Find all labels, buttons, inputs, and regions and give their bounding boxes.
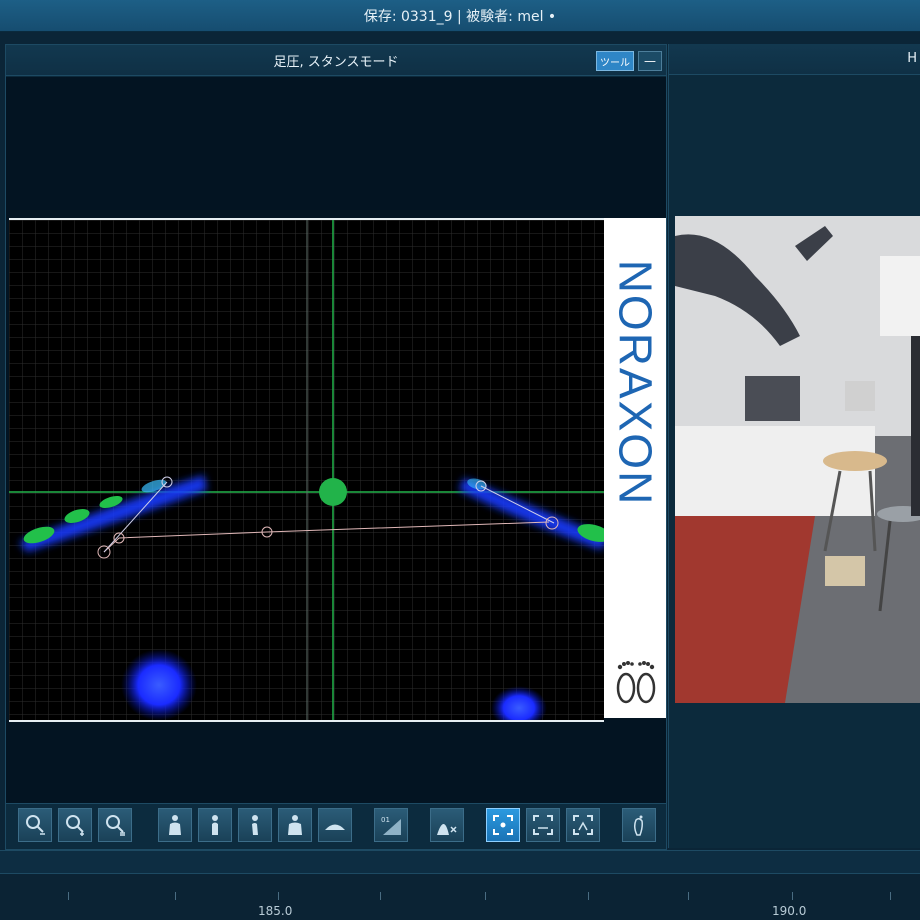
body-back-button[interactable]: [278, 808, 312, 842]
timeline[interactable]: 185.0 190.0: [0, 874, 920, 920]
body-front-button[interactable]: [158, 808, 192, 842]
zoom-in-icon: [66, 815, 84, 836]
frame-stance-button[interactable]: [566, 808, 600, 842]
body-back-icon: [288, 815, 302, 835]
pressure-plate: [9, 218, 611, 730]
frame-focus-icon: [493, 815, 513, 835]
bottom-toolbar: 01: [6, 803, 666, 848]
frame-active-button[interactable]: [486, 808, 520, 842]
frame-balance-icon: [533, 815, 553, 835]
frame-stance-icon: [573, 815, 593, 835]
video-panel: H: [668, 44, 920, 848]
body-front-icon: [169, 815, 181, 835]
body-side-button[interactable]: [198, 808, 232, 842]
video-panel-title: H: [907, 51, 917, 66]
brand-sidebar: NORAXON: [604, 218, 666, 718]
body-side-2-button[interactable]: [238, 808, 272, 842]
video-frame: [675, 216, 920, 703]
visualization-area: NORAXON: [6, 77, 666, 842]
bottom-strip: [0, 850, 920, 874]
body-side-icon: [212, 815, 218, 835]
panel-header: 足圧, スタンスモード ツール —: [6, 45, 666, 76]
zoom-in-button[interactable]: [58, 808, 92, 842]
body-side-alt-icon: [252, 815, 258, 835]
window-title: 保存: 0331_9 | 被験者: mel •: [0, 0, 920, 32]
video-feed: [675, 216, 920, 703]
pressure-panel: 足圧, スタンスモード ツール — NORAXON 01: [5, 44, 667, 850]
foot-right-button[interactable]: [622, 808, 656, 842]
foot-plate-icon: [325, 824, 345, 830]
tool-button[interactable]: ツール: [596, 51, 634, 71]
timeline-label-190: 190.0: [772, 904, 807, 918]
foot-plate-button[interactable]: [318, 808, 352, 842]
minimize-button[interactable]: —: [638, 51, 662, 71]
frame-balance-button[interactable]: [526, 808, 560, 842]
value-display-button[interactable]: 01: [374, 808, 408, 842]
video-panel-header: H: [669, 44, 920, 75]
peak-x-icon: [437, 824, 457, 835]
svg-text:01: 01: [381, 816, 390, 824]
peak-view-button[interactable]: [430, 808, 464, 842]
brand-logo: NORAXON: [609, 259, 661, 507]
pressure-map: [9, 220, 611, 730]
value-graph-icon: 01: [381, 816, 401, 835]
feet-icon: [616, 661, 656, 704]
foot-icon: [633, 815, 643, 836]
zoom-out-icon: [26, 815, 45, 835]
timeline-label-185: 185.0: [258, 904, 293, 918]
panel-title: 足圧, スタンスモード: [273, 54, 399, 70]
zoom-reset-button[interactable]: [98, 808, 132, 842]
zoom-reset-icon: [106, 815, 125, 836]
zoom-out-button[interactable]: [18, 808, 52, 842]
